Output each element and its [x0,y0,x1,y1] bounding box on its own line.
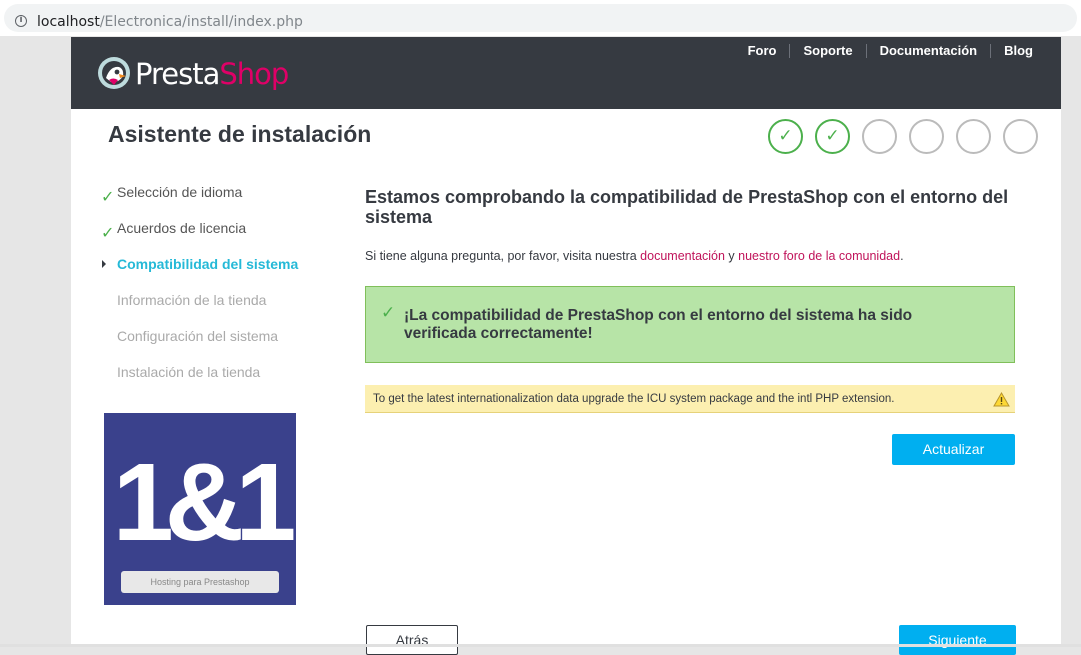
step-2-done-check-icon: ✓ [815,119,850,154]
check-icon: ✓ [381,303,396,323]
documentation-link[interactable]: documentación [640,249,725,263]
check-icon: ✓ [101,187,115,206]
step-6-circle [1003,119,1038,154]
step-4-circle [909,119,944,154]
browser-address-bar: i localhost/Electronica/install/index.ph… [0,0,1081,36]
installer-page: PrestaShop Foro Soporte Documentación Bl… [71,37,1061,655]
sidebar-item-licencia: Acuerdos de licencia [117,220,247,236]
success-alert: ✓ ¡La compatibilidad de PrestaShop con e… [365,286,1015,363]
header: PrestaShop Foro Soporte Documentación Bl… [71,37,1061,109]
section-title: Estamos comprobando la compatibilidad de… [365,187,1009,227]
info-icon[interactable]: i [15,15,27,27]
sidebar-item-instalacion: Instalación de la tienda [117,364,261,380]
sidebar-item-tienda: Información de la tienda [117,292,267,308]
hosting-banner[interactable]: 1&1 Hosting para Prestashop [104,413,296,605]
community-forum-link[interactable]: nuestro foro de la comunidad [738,249,900,263]
back-button[interactable]: Atrás [366,625,458,655]
sidebar-item-idioma: Selección de idioma [117,184,243,200]
page-title: Asistente de instalación [108,121,372,147]
warning-alert: To get the latest internationalization d… [365,385,1015,413]
url-bar[interactable]: i localhost/Electronica/install/index.ph… [4,4,1077,32]
caret-right-icon [102,260,106,268]
nav-blog[interactable]: Blog [990,44,1033,58]
warning-triangle-icon [993,392,1010,407]
puffin-icon [98,57,130,89]
banner-caption: Hosting para Prestashop [121,571,279,593]
help-text: Si tiene alguna pregunta, por favor, vis… [365,249,904,263]
nav-soporte[interactable]: Soporte [789,44,865,58]
step-5-circle [956,119,991,154]
check-icon: ✓ [101,223,115,242]
success-message: ¡La compatibilidad de PrestaShop con el … [404,307,913,342]
url-text[interactable]: localhost/Electronica/install/index.php [37,14,303,30]
step-3-circle [862,119,897,154]
banner-logo: 1&1 [112,441,297,564]
update-button[interactable]: Actualizar [892,434,1015,465]
sidebar-item-configuracion: Configuración del sistema [117,328,279,344]
nav-foro[interactable]: Foro [735,44,790,58]
next-button[interactable]: Siguiente [899,625,1016,655]
warning-message: To get the latest internationalization d… [373,393,895,405]
nav-documentacion[interactable]: Documentación [865,44,991,58]
top-nav: Foro Soporte Documentación Blog [735,44,1033,58]
logo-text: PrestaShop [135,57,289,91]
step-1-done-check-icon: ✓ [768,119,803,154]
sidebar-item-compatibilidad: Compatibilidad del sistema [117,256,299,272]
